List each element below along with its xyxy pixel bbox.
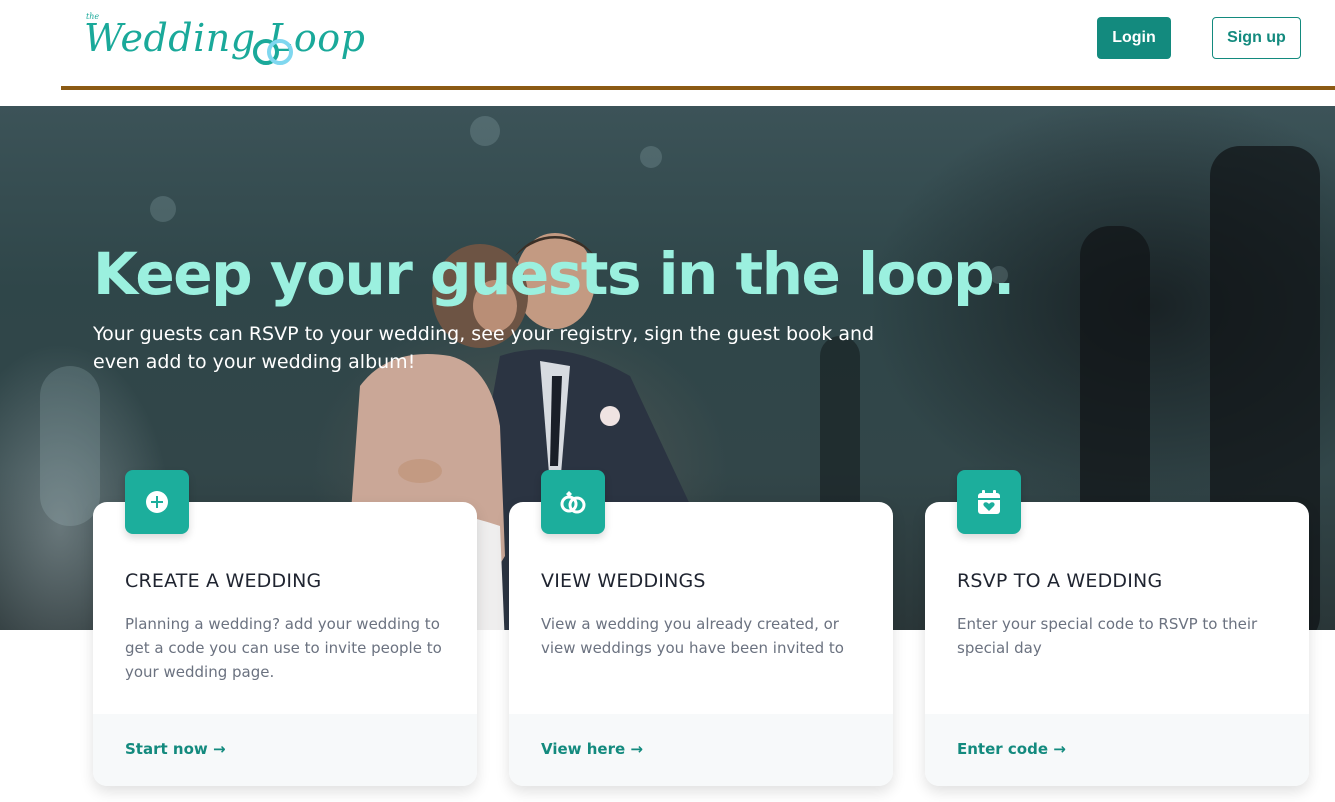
bokeh-light bbox=[150, 196, 176, 222]
header-divider bbox=[61, 86, 1335, 90]
card-title: VIEW WEDDINGS bbox=[541, 570, 706, 592]
start-now-link[interactable]: Start now → bbox=[125, 740, 226, 758]
create-wedding-card: CREATE A WEDDING Planning a wedding? add… bbox=[93, 470, 477, 786]
signup-button[interactable]: Sign up bbox=[1212, 17, 1301, 59]
hero-subtitle: Your guests can RSVP to your wedding, se… bbox=[93, 323, 875, 373]
logo-rings-icon bbox=[253, 39, 293, 65]
login-button[interactable]: Login bbox=[1097, 17, 1171, 59]
card-title: CREATE A WEDDING bbox=[125, 570, 322, 592]
rsvp-wedding-card: RSVP TO A WEDDING Enter your special cod… bbox=[925, 470, 1309, 786]
bokeh-light bbox=[640, 146, 662, 168]
enter-code-link[interactable]: Enter code → bbox=[957, 740, 1066, 758]
site-header: the Wedding Loop Login Sign up bbox=[0, 0, 1335, 106]
card-description: Enter your special code to RSVP to their… bbox=[957, 615, 1258, 657]
card-title: RSVP TO A WEDDING bbox=[957, 570, 1163, 592]
wedding-loop-logo[interactable]: the Wedding Loop bbox=[84, 10, 365, 70]
card-description: Planning a wedding? add your wedding to … bbox=[125, 615, 442, 681]
view-weddings-card: VIEW WEDDINGS View a wedding you already… bbox=[509, 470, 893, 786]
plus-circle-icon bbox=[125, 470, 189, 534]
view-here-link[interactable]: View here → bbox=[541, 740, 643, 758]
hero-title: Keep your guests in the loop. bbox=[93, 240, 1015, 308]
bokeh-light bbox=[470, 116, 500, 146]
card-description: View a wedding you already created, or v… bbox=[541, 615, 844, 657]
logo-text: Wedding Loop bbox=[84, 16, 366, 60]
rings-icon bbox=[541, 470, 605, 534]
bokeh-light bbox=[40, 366, 100, 526]
calendar-heart-icon bbox=[957, 470, 1021, 534]
